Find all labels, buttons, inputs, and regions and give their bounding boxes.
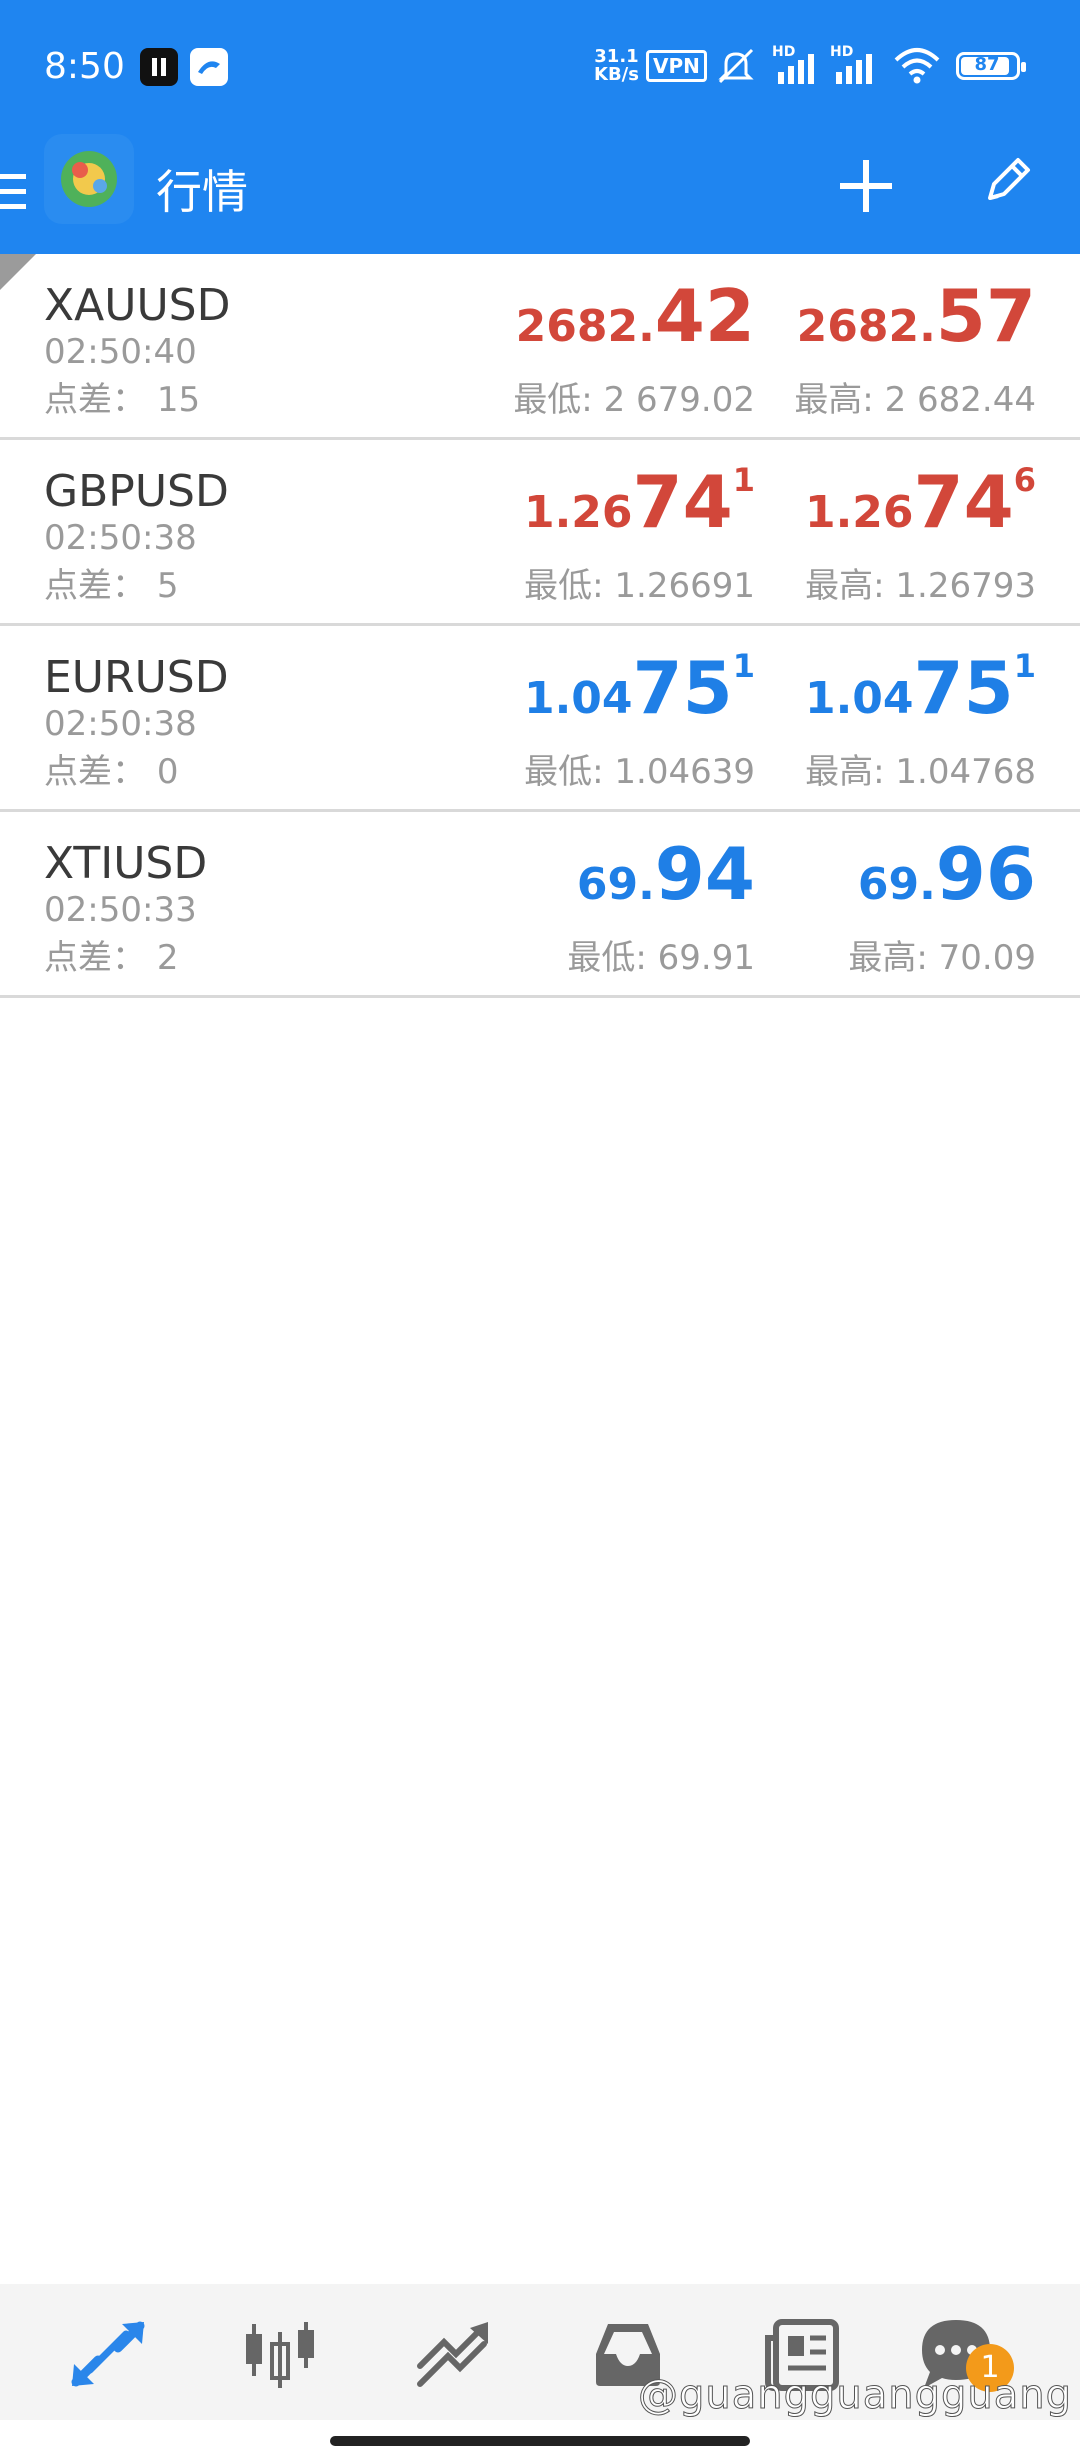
ask-price[interactable]: 1.04751 bbox=[716, 650, 1036, 724]
bid-price[interactable]: 1.26741 bbox=[435, 464, 755, 538]
battery-tip bbox=[1021, 62, 1026, 72]
bid-price-prefix: 69. bbox=[576, 859, 655, 910]
spread-label: 点差： bbox=[44, 566, 146, 606]
ask-price-pip: 6 bbox=[1013, 461, 1036, 499]
high-label: 最高: bbox=[805, 752, 885, 792]
app-logo-icon bbox=[44, 134, 134, 224]
page-title: 行情 bbox=[156, 165, 248, 219]
spread-label: 点差： bbox=[44, 752, 146, 792]
status-time: 8:50 bbox=[44, 46, 125, 87]
signal-1: HD bbox=[772, 44, 822, 84]
high-value: 2 682.44 bbox=[884, 380, 1036, 420]
high-value: 1.26793 bbox=[895, 566, 1036, 606]
signal-bars-icon bbox=[778, 54, 814, 84]
bid-price-prefix: 1.26 bbox=[523, 487, 633, 538]
app-notification-icon bbox=[190, 48, 228, 86]
low-price: 最低: 1.26691 bbox=[435, 558, 755, 607]
low-label: 最低: bbox=[524, 752, 604, 792]
low-label: 最低: bbox=[513, 380, 593, 420]
high-price: 最高: 2 682.44 bbox=[716, 372, 1036, 421]
wifi-icon bbox=[894, 48, 940, 84]
selected-corner-marker bbox=[0, 254, 36, 290]
home-indicator[interactable] bbox=[330, 2436, 750, 2446]
vpn-label: VPN bbox=[653, 54, 700, 78]
edit-icon[interactable] bbox=[978, 150, 1038, 210]
battery-percent: 87 bbox=[974, 54, 1000, 75]
high-value: 1.04768 bbox=[895, 752, 1036, 792]
bid-price-prefix: 1.04 bbox=[523, 673, 633, 724]
app-bar: 行情 bbox=[0, 130, 1080, 254]
ask-price-main: 57 bbox=[935, 274, 1036, 358]
battery: 87 bbox=[956, 52, 1026, 80]
ask-price-prefix: 2682. bbox=[796, 301, 936, 352]
symbol-name: GBPUSD bbox=[44, 466, 229, 517]
spread-label: 点差： bbox=[44, 380, 146, 420]
ask-price[interactable]: 2682.57 bbox=[716, 280, 1036, 352]
quote-time: 02:50:38 bbox=[44, 704, 197, 744]
quotes-list: XAUUSD 02:50:40 点差： 15 2682.42 2682.57 最… bbox=[0, 254, 1080, 998]
ask-price-prefix: 69. bbox=[857, 859, 936, 910]
spread-value: 0 bbox=[156, 752, 179, 792]
high-price: 最高: 70.09 bbox=[716, 930, 1036, 979]
spread: 点差： 5 bbox=[44, 558, 178, 607]
add-icon[interactable] bbox=[836, 156, 896, 216]
ask-price[interactable]: 69.96 bbox=[716, 838, 1036, 910]
chart-candles-icon[interactable] bbox=[240, 2314, 320, 2394]
signal-bars-icon bbox=[836, 54, 872, 84]
ask-price-main: 75 bbox=[913, 646, 1014, 730]
ask-price-main: 96 bbox=[935, 832, 1036, 916]
quote-time: 02:50:38 bbox=[44, 518, 197, 558]
quote-row[interactable]: EURUSD 02:50:38 点差： 0 1.04751 1.04751 最低… bbox=[0, 626, 1080, 812]
symbol-name: XTIUSD bbox=[44, 838, 208, 889]
network-speed-unit: KB/s bbox=[594, 64, 639, 85]
trade-icon[interactable] bbox=[414, 2314, 494, 2394]
bid-price-prefix: 2682. bbox=[515, 301, 655, 352]
high-value: 70.09 bbox=[938, 938, 1036, 978]
quote-row[interactable]: XAUUSD 02:50:40 点差： 15 2682.42 2682.57 最… bbox=[0, 254, 1080, 440]
quote-time: 02:50:40 bbox=[44, 332, 197, 372]
ask-price[interactable]: 1.26746 bbox=[716, 464, 1036, 538]
spread: 点差： 0 bbox=[44, 744, 178, 793]
bid-price[interactable]: 2682.42 bbox=[435, 280, 755, 352]
watermark: @guangguangguang bbox=[638, 2372, 1072, 2419]
quote-time: 02:50:33 bbox=[44, 890, 197, 930]
quotes-arrows-icon[interactable] bbox=[68, 2314, 148, 2394]
high-price: 最高: 1.26793 bbox=[716, 558, 1036, 607]
symbol-name: XAUUSD bbox=[44, 280, 231, 331]
low-label: 最低: bbox=[524, 566, 604, 606]
pause-icon bbox=[140, 48, 178, 86]
vpn-badge: VPN bbox=[646, 50, 707, 82]
low-price: 最低: 69.91 bbox=[435, 930, 755, 979]
bid-price[interactable]: 69.94 bbox=[435, 838, 755, 910]
signal-2: HD bbox=[830, 44, 880, 84]
spread-value: 5 bbox=[156, 566, 179, 606]
status-bar: 8:50 31.1 KB/s VPN HD HD 87 bbox=[0, 0, 1080, 130]
ask-price-main: 74 bbox=[913, 460, 1014, 544]
high-label: 最高: bbox=[794, 380, 874, 420]
muted-bell-icon bbox=[718, 48, 754, 84]
high-label: 最高: bbox=[848, 938, 928, 978]
menu-icon[interactable] bbox=[0, 170, 30, 214]
quote-row[interactable]: GBPUSD 02:50:38 点差： 5 1.26741 1.26746 最低… bbox=[0, 440, 1080, 626]
network-speed: 31.1 KB/s bbox=[594, 48, 639, 84]
spread-value: 15 bbox=[156, 380, 201, 420]
low-price: 最低: 2 679.02 bbox=[435, 372, 755, 421]
spread-label: 点差： bbox=[44, 938, 146, 978]
high-label: 最高: bbox=[805, 566, 885, 606]
quote-row[interactable]: XTIUSD 02:50:33 点差： 2 69.94 69.96 最低: 69… bbox=[0, 812, 1080, 998]
low-price: 最低: 1.04639 bbox=[435, 744, 755, 793]
ask-price-prefix: 1.04 bbox=[804, 673, 914, 724]
bid-price[interactable]: 1.04751 bbox=[435, 650, 755, 724]
spread-value: 2 bbox=[156, 938, 179, 978]
spread: 点差： 2 bbox=[44, 930, 178, 979]
ask-price-pip: 1 bbox=[1013, 647, 1036, 685]
ask-price-prefix: 1.26 bbox=[804, 487, 914, 538]
symbol-name: EURUSD bbox=[44, 652, 229, 703]
spread: 点差： 15 bbox=[44, 372, 200, 421]
low-label: 最低: bbox=[567, 938, 647, 978]
high-price: 最高: 1.04768 bbox=[716, 744, 1036, 793]
